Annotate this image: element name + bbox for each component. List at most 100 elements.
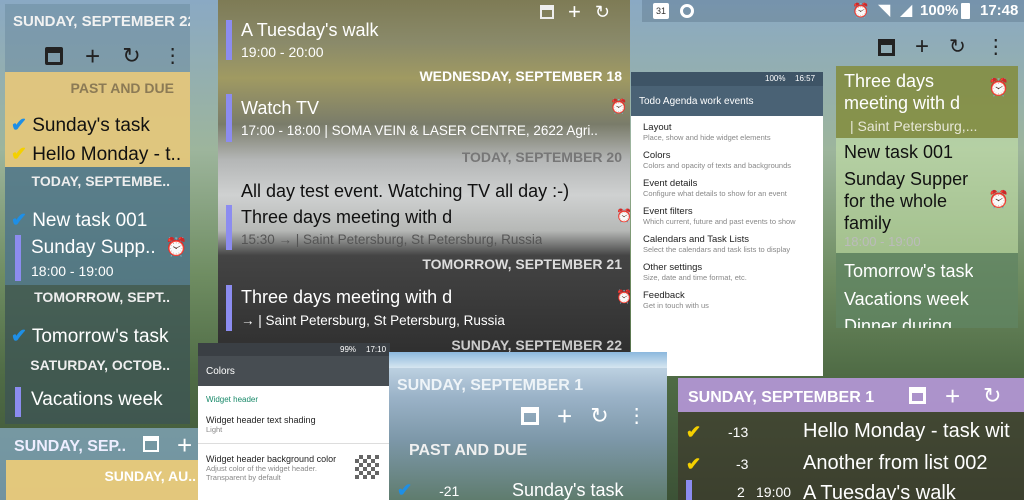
tomorrow-header: TOMORROW, SEPT.. [34, 289, 170, 305]
calendar-icon[interactable] [909, 387, 926, 404]
task-row[interactable]: ✔ New task 001 [11, 209, 147, 232]
check-icon: ✔ [686, 422, 702, 442]
calendar-icon[interactable] [878, 38, 895, 56]
add-icon[interactable]: + [945, 381, 960, 412]
settings-item[interactable]: Widget header text shading Light [206, 415, 386, 434]
divider [198, 443, 390, 444]
settings-item[interactable]: Event filters Which current, future and p… [631, 202, 823, 230]
all-day-event[interactable]: All day test event. Watching TV all day … [241, 181, 569, 202]
check-icon: ✔ [397, 480, 413, 500]
header-date: SUNDAY, SEPTEMBER 1 [397, 377, 584, 394]
event-row[interactable]: 2 19:00 A Tuesday's walk [686, 480, 1024, 500]
event-row[interactable]: Vacations week [15, 387, 185, 417]
event-row[interactable]: Sunday Supp.. ⏰ 18:00 - 19:00 [15, 235, 188, 281]
add-icon[interactable]: + [557, 403, 572, 429]
calendar-icon[interactable] [45, 47, 63, 65]
event-row[interactable]: Three days meeting with d ⏰ 15:30 → | Sa… [226, 205, 630, 250]
status-battery: 99% [340, 345, 357, 354]
add-icon[interactable]: + [568, 1, 581, 23]
add-icon[interactable]: + [915, 35, 929, 59]
add-icon[interactable]: + [177, 430, 192, 461]
refresh-icon[interactable]: ↻ [949, 37, 966, 57]
alarm-icon: ⏰ [988, 78, 1010, 97]
event-row[interactable]: Sunday Supper for the whole family ⏰ 18:… [844, 168, 1014, 253]
colors-title: Colors [206, 366, 235, 377]
task-row[interactable]: New task 001 [844, 142, 953, 163]
header-date: SUNDAY, SEP.. [14, 438, 127, 455]
tomorrow-header: TOMORROW, SEPTEMBER 21 [422, 256, 622, 272]
more-icon[interactable]: ⋮ [627, 406, 647, 426]
check-icon: ✔ [11, 326, 27, 347]
item-desc: Configure what details to show for an ev… [643, 189, 787, 198]
event-row[interactable]: Three days meeting with d ⏰ → | Saint Pe… [226, 285, 630, 331]
item-desc: Place, show and hide widget elements [643, 133, 771, 142]
days-offset: 2 [737, 484, 745, 500]
event-title: Three days meeting with d [241, 207, 453, 227]
event-title[interactable]: Dinner during... [844, 316, 967, 328]
clock: 17:48 [980, 2, 1019, 19]
header-toolbar: + ↻ ⋮ [540, 1, 630, 23]
event-row[interactable]: Three days meeting with d ⏰ | Saint Pete… [836, 66, 1018, 138]
event-title: Sunday Supp.. [31, 237, 156, 258]
item-title: Colors [643, 150, 671, 161]
item-title: Widget header background color [206, 454, 337, 464]
settings-screen: 100% 16:57 Todo Agenda work events Layou… [631, 72, 823, 376]
alarm-icon: ⏰ [610, 98, 628, 114]
item-value: Light [206, 425, 223, 434]
refresh-icon[interactable]: ↻ [983, 383, 1001, 409]
task-row[interactable]: ✔ -3 Another from list 002 [686, 450, 1024, 478]
settings-item[interactable]: Layout Place, show and hide widget elemen… [631, 118, 823, 146]
battery-percent: 100% [920, 2, 959, 19]
header-bar: SUNDAY, SEPTEMBER 1 + ↻ [678, 378, 1024, 412]
refresh-icon[interactable]: ↻ [595, 3, 610, 21]
widget-bottom-right: SUNDAY, SEPTEMBER 1 + ↻ ✔ -13 Hello Mond… [678, 378, 1024, 500]
more-icon[interactable]: ⋮ [624, 3, 630, 21]
settings-item[interactable]: Other settings Size, date and time format… [631, 258, 823, 286]
settings-item[interactable]: Feedback Get in touch with us [631, 286, 823, 314]
event-row[interactable]: Watch TV ⏰ 17:00 - 18:00 | SOMA VEIN & L… [226, 94, 628, 142]
settings-item[interactable]: Event details Configure what details to s… [631, 174, 823, 202]
event-title[interactable]: Vacations week [844, 289, 969, 310]
add-icon[interactable]: + [85, 43, 100, 69]
status-time: 16:57 [795, 74, 816, 83]
calendar-icon[interactable] [540, 5, 554, 19]
alarm-icon: ⏰ [165, 237, 188, 257]
header-toolbar: + ↻ ⋮ [521, 403, 647, 429]
refresh-icon[interactable]: ↻ [590, 405, 608, 427]
event-row[interactable]: A Tuesday's walk 19:00 - 20:00 [226, 20, 626, 60]
days-offset: -13 [728, 424, 749, 440]
check-icon: ✔ [686, 454, 702, 474]
more-icon[interactable]: ⋮ [163, 46, 183, 66]
task-row[interactable]: ✔ Hello Monday - t.. [11, 143, 181, 166]
task-row[interactable]: Tomorrow's task [844, 261, 973, 282]
event-location: | Saint Petersburg,... [850, 118, 978, 134]
refresh-icon[interactable]: ↻ [122, 45, 140, 67]
settings-item[interactable]: Widget header background color Adjust co… [206, 454, 346, 482]
settings-item[interactable]: Colors Colors and opacity of texts and ba… [631, 146, 823, 174]
item-desc: Which current, future and past events to… [643, 217, 796, 226]
colors-toolbar: Colors [198, 356, 390, 386]
task-row[interactable]: ✔ -21 Sunday's task [397, 480, 667, 500]
phone-status-bar: 31 ⏰ ◥ ◢ 100% 17:48 [642, 0, 1024, 22]
task-row[interactable]: ✔ Sunday's task [11, 114, 150, 137]
today-header: TODAY, SEPTEMBER 20 [461, 149, 622, 165]
calendar-icon[interactable] [521, 407, 539, 425]
task-title: Another from list 002 [803, 452, 988, 474]
more-icon[interactable]: ⋮ [986, 37, 1006, 57]
status-time: 17:10 [366, 345, 387, 354]
task-title: Sunday's task [512, 480, 624, 500]
settings-item[interactable]: Calendars and Task Lists Select the calen… [631, 230, 823, 258]
transparent-swatch[interactable] [355, 455, 379, 479]
settings-title: Todo Agenda work events [639, 96, 754, 107]
calendar-icon[interactable] [143, 436, 159, 452]
event-title: Three days meeting with d [241, 287, 453, 307]
section-header: Widget header [206, 395, 259, 404]
alarm-icon: ⏰ [616, 289, 630, 304]
wednesday-header: WEDNESDAY, SEPTEMBER 18 [419, 68, 622, 84]
widget-center: + ↻ ⋮ A Tuesday's walk 19:00 - 20:00 WED… [218, 0, 630, 355]
item-desc: Size, date and time format, etc. [643, 273, 747, 282]
task-row[interactable]: ✔ Tomorrow's task [11, 325, 169, 348]
calendar-color-bar [226, 94, 232, 142]
event-time: 15:30 → | Saint Petersburg, St Petersbur… [241, 232, 543, 247]
task-row[interactable]: ✔ -13 Hello Monday - task wit [686, 418, 1024, 446]
